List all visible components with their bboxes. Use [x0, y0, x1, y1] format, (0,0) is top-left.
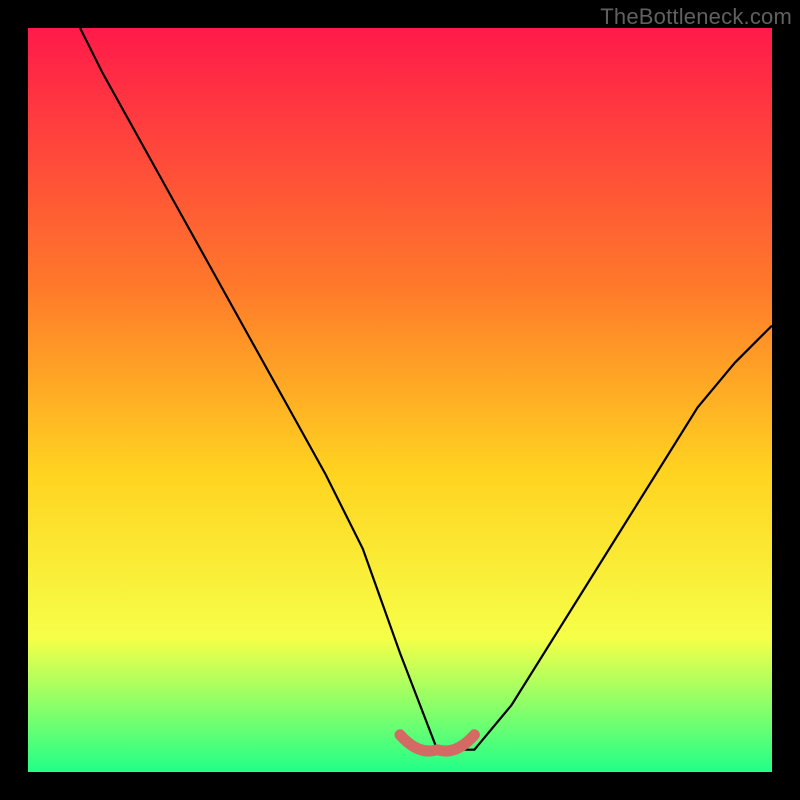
- chart-frame: TheBottleneck.com: [0, 0, 800, 800]
- bottleneck-chart: [0, 0, 800, 800]
- watermark-text: TheBottleneck.com: [600, 4, 792, 30]
